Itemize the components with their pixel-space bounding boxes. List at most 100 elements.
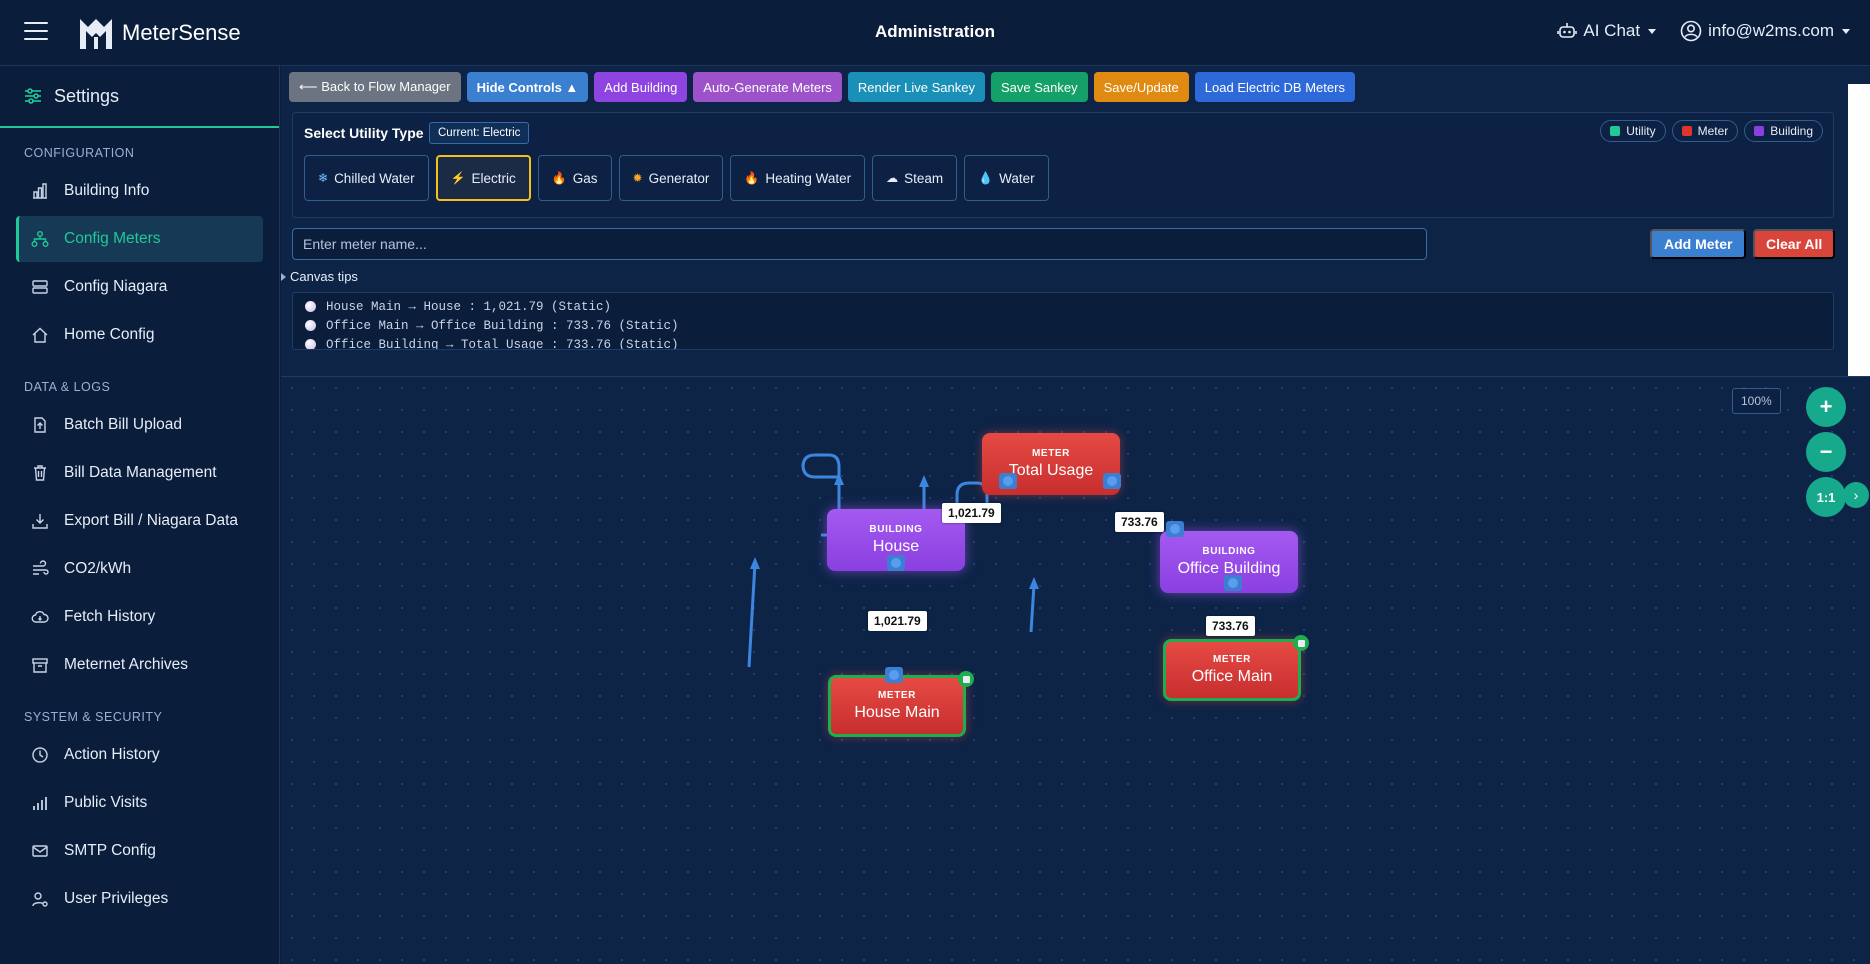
utility-label: Chilled Water <box>334 170 415 186</box>
zoom-in-button[interactable]: + <box>1806 387 1846 427</box>
utility-steam-button[interactable]: ☁ Steam <box>872 155 958 201</box>
sidebar-header[interactable]: Settings <box>0 66 279 128</box>
sidebar-item-meternet-archives[interactable]: Meternet Archives <box>16 642 263 688</box>
node-port[interactable] <box>1224 575 1242 591</box>
sidebar: Settings CONFIGURATION Building Info Con… <box>0 66 280 964</box>
menu-icon[interactable] <box>24 22 48 42</box>
save-sankey-button[interactable]: Save Sankey <box>991 72 1088 102</box>
sidebar-item-bill-data-management[interactable]: Bill Data Management <box>16 450 263 496</box>
user-email: info@w2ms.com <box>1708 21 1834 40</box>
bars-icon <box>30 793 50 813</box>
node-port[interactable] <box>885 667 903 683</box>
sidebar-item-co2[interactable]: CO2/kWh <box>16 546 263 592</box>
node-kind: METER <box>1213 654 1251 665</box>
utility-label: Steam <box>904 170 944 186</box>
utility-label: Water <box>999 170 1035 186</box>
save-icon[interactable] <box>1293 635 1309 651</box>
node-house-main[interactable]: METER House Main <box>828 675 966 737</box>
sidebar-item-label: User Privileges <box>64 890 169 907</box>
clock-icon <box>30 745 50 765</box>
main-content: ⟵ Back to Flow Manager Hide Controls ▲ A… <box>281 66 1870 964</box>
node-port[interactable] <box>999 473 1017 489</box>
sidebar-item-building-info[interactable]: Building Info <box>16 168 263 214</box>
chevron-down-icon <box>1648 28 1657 34</box>
sidebar-item-label: Fetch History <box>64 608 156 625</box>
sidebar-title: Settings <box>54 85 120 106</box>
utility-heating-water-button[interactable]: 🔥 Heating Water <box>730 155 866 201</box>
sankey-canvas[interactable]: 100% + − 1:1 › METER Total Usage BUILDIN… <box>281 376 1870 964</box>
sidebar-item-fetch-history[interactable]: Fetch History <box>16 594 263 640</box>
node-kind: BUILDING <box>1202 546 1256 557</box>
sidebar-item-label: Export Bill / Niagara Data <box>64 512 239 529</box>
sidebar-item-batch-bill-upload[interactable]: Batch Bill Upload <box>16 402 263 448</box>
flame-icon: 🔥 <box>744 171 760 185</box>
node-office-main[interactable]: METER Office Main <box>1163 639 1301 701</box>
log-text: Office Building → Total Usage : 733.76 (… <box>326 337 679 350</box>
sidebar-item-label: Config Meters <box>64 230 161 247</box>
sidebar-item-smtp-config[interactable]: SMTP Config <box>16 828 263 874</box>
top-navbar: MeterSense Administration AI Chat info@w… <box>0 0 1870 66</box>
back-to-flow-manager-button[interactable]: ⟵ Back to Flow Manager <box>289 72 461 102</box>
canvas-tips-toggle[interactable]: Canvas tips <box>281 269 358 284</box>
utility-electric-button[interactable]: ⚡ Electric <box>435 155 531 201</box>
arrow-head-icon <box>834 473 844 485</box>
sidebar-item-label: Config Niagara <box>64 278 168 295</box>
node-port[interactable] <box>1166 521 1184 537</box>
hide-controls-button[interactable]: Hide Controls ▲ <box>466 72 589 102</box>
utility-gas-button[interactable]: 🔥 Gas <box>537 155 612 201</box>
sidebar-item-config-meters[interactable]: Config Meters <box>16 216 263 262</box>
download-icon <box>30 511 50 531</box>
bullet-icon <box>305 339 316 349</box>
app-logo[interactable]: MeterSense <box>78 14 241 52</box>
wind-icon <box>30 559 50 579</box>
flame-icon: 🔥 <box>551 171 567 185</box>
node-port[interactable] <box>1103 473 1121 489</box>
load-electric-db-meters-button[interactable]: Load Electric DB Meters <box>1194 72 1355 102</box>
node-name: Total Usage <box>1008 462 1094 479</box>
node-kind: METER <box>878 690 916 701</box>
add-meter-button[interactable]: Add Meter <box>1650 229 1747 259</box>
add-building-button[interactable]: Add Building <box>594 72 688 102</box>
user-circle-icon <box>1680 20 1702 42</box>
app-name: MeterSense <box>122 20 241 45</box>
utility-type-buttons: ❄ Chilled Water ⚡ Electric 🔥 Gas ✹ Generator 🔥 He… <box>304 155 1049 201</box>
render-live-sankey-button[interactable]: Render Live Sankey <box>847 72 985 102</box>
user-dropdown[interactable]: info@w2ms.com <box>1680 20 1850 42</box>
legend-swatch <box>1754 126 1765 136</box>
server-icon <box>30 277 50 297</box>
sidebar-item-label: Home Config <box>64 326 155 343</box>
utility-label: Heating Water <box>765 170 852 186</box>
meter-name-input[interactable] <box>292 228 1427 260</box>
utility-generator-button[interactable]: ✹ Generator <box>618 155 724 201</box>
sidebar-item-user-privileges[interactable]: User Privileges <box>16 876 263 922</box>
sidebar-item-public-visits[interactable]: Public Visits <box>16 780 263 826</box>
utility-chilled-water-button[interactable]: ❄ Chilled Water <box>304 155 429 201</box>
arrow-head-icon <box>919 475 929 487</box>
sidebar-item-home-config[interactable]: Home Config <box>16 312 263 358</box>
node-port[interactable] <box>887 555 905 571</box>
legend-swatch <box>1681 126 1692 136</box>
edge-label-office-main-to-office: 733.76 <box>1206 616 1255 636</box>
utility-label: Electric <box>471 170 516 186</box>
utility-label: Generator <box>648 170 710 186</box>
sidebar-item-config-niagara[interactable]: Config Niagara <box>16 264 263 310</box>
sidebar-item-export-data[interactable]: Export Bill / Niagara Data <box>16 498 263 544</box>
sidebar-item-action-history[interactable]: Action History <box>16 732 263 778</box>
auto-generate-meters-button[interactable]: Auto-Generate Meters <box>693 72 842 102</box>
utility-label: Gas <box>572 170 598 186</box>
zoom-out-button[interactable]: − <box>1806 432 1846 472</box>
save-update-button[interactable]: Save/Update <box>1093 72 1189 102</box>
side-panel-toggle[interactable]: › <box>1843 482 1869 508</box>
sidebar-item-label: Batch Bill Upload <box>64 416 183 433</box>
reset-zoom-button[interactable]: 1:1 <box>1806 477 1846 517</box>
save-icon[interactable] <box>958 671 974 687</box>
sidebar-item-label: CO2/kWh <box>64 560 132 577</box>
home-icon <box>30 325 50 345</box>
bolt-icon: ⚡ <box>450 171 466 185</box>
utility-water-button[interactable]: 💧 Water <box>964 155 1049 201</box>
node-legend: Utility Meter Building <box>1600 120 1823 142</box>
mail-icon <box>30 841 50 861</box>
clear-all-button[interactable]: Clear All <box>1753 229 1836 259</box>
legend-utility: Utility <box>1600 120 1666 142</box>
ai-chat-dropdown[interactable]: AI Chat <box>1557 21 1657 41</box>
